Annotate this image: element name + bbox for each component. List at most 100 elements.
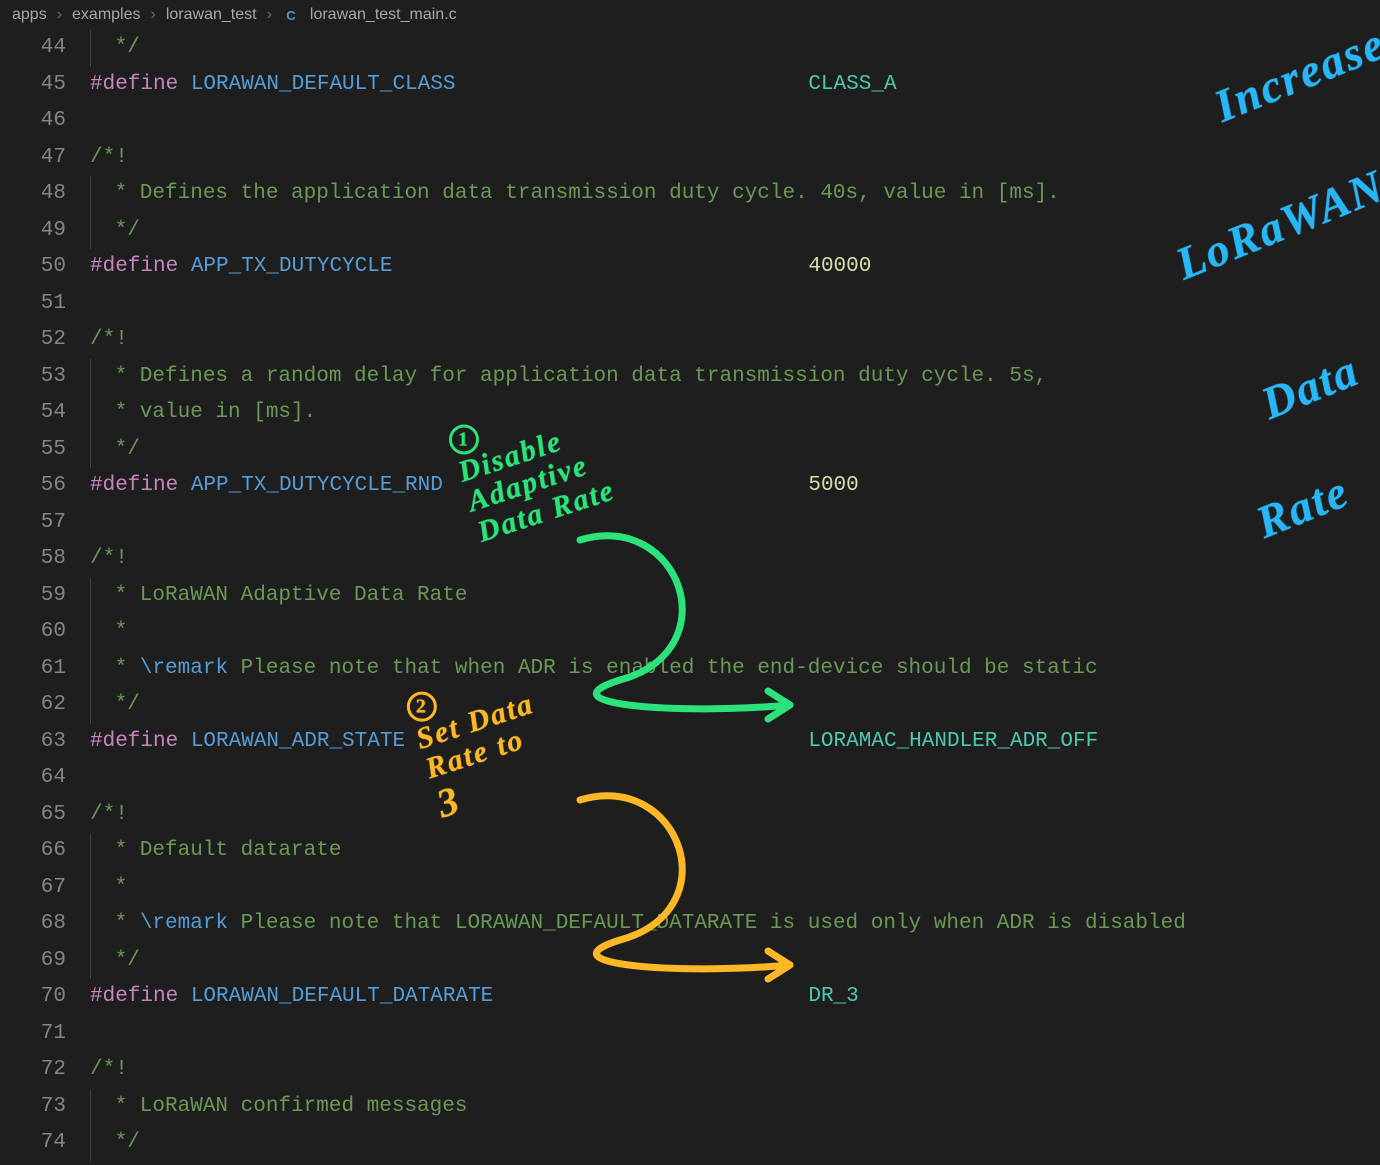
line-number: 51 [0, 286, 90, 323]
line-number: 70 [0, 979, 90, 1016]
code-line[interactable]: 50#define APP_TX_DUTYCYCLE 40000 [0, 249, 1380, 286]
code-line[interactable]: 57 [0, 505, 1380, 542]
line-number: 61 [0, 651, 90, 688]
comment-text: Please note that when ADR is enabled the… [228, 657, 1098, 680]
breadcrumb-file[interactable]: lorawan_test_main.c [310, 6, 457, 24]
token-doctag: \remark [140, 912, 228, 935]
line-number: 63 [0, 724, 90, 761]
line-number: 55 [0, 432, 90, 469]
code-editor[interactable]: 44 */ 45 #define LORAWAN_DEFAULT_CLASS C… [0, 30, 1380, 1165]
breadcrumb-seg-examples[interactable]: examples [72, 6, 140, 24]
code-line[interactable]: 65/*! [0, 797, 1380, 834]
chevron-right-icon: › [267, 6, 272, 24]
token-pad [493, 985, 808, 1008]
code-line[interactable]: 45 #define LORAWAN_DEFAULT_CLASS CLASS_A [0, 67, 1380, 104]
code-line[interactable]: 46 [0, 103, 1380, 140]
code-line[interactable]: 52/*! [0, 322, 1380, 359]
code-line[interactable]: 71 [0, 1016, 1380, 1053]
line-number: 58 [0, 541, 90, 578]
code-line[interactable]: 55 */ [0, 432, 1380, 469]
code-line[interactable]: 74 */ [0, 1125, 1380, 1162]
code-line[interactable]: 70#define LORAWAN_DEFAULT_DATARATE DR_3 [0, 979, 1380, 1016]
token-doctag: \remark [140, 657, 228, 680]
code-line[interactable]: 44 */ [0, 30, 1380, 67]
comment-open: /*! [90, 803, 128, 826]
code-line[interactable]: 58/*! [0, 541, 1380, 578]
token-define: #define [90, 730, 178, 753]
line-number: 48 [0, 176, 90, 213]
line-number: 72 [0, 1052, 90, 1089]
breadcrumb-seg-apps[interactable]: apps [12, 6, 47, 24]
line-number: 69 [0, 943, 90, 980]
comment-text: * Default datarate [102, 839, 341, 862]
code-line[interactable]: 60 * [0, 614, 1380, 651]
line-number: 60 [0, 614, 90, 651]
line-number: 66 [0, 833, 90, 870]
line-number: 47 [0, 140, 90, 177]
comment-close: */ [102, 949, 140, 972]
line-number: 45 [0, 67, 90, 104]
comment-open: /*! [90, 328, 128, 351]
token-macro: LORAWAN_ADR_STATE [178, 730, 405, 753]
chevron-right-icon: › [151, 6, 156, 24]
code-line[interactable]: 73 * LoRaWAN confirmed messages [0, 1089, 1380, 1126]
token-define: #define [90, 255, 178, 278]
breadcrumb-seg-lorawan-test[interactable]: lorawan_test [166, 6, 257, 24]
line-number: 46 [0, 103, 90, 140]
comment-text: * Defines a random delay for application… [102, 365, 1047, 388]
code-line[interactable]: 62 */ [0, 687, 1380, 724]
code-line[interactable]: 68 * \remark Please note that LORAWAN_DE… [0, 906, 1380, 943]
comment-text: * value in [ms]. [102, 401, 316, 424]
line-number: 74 [0, 1125, 90, 1162]
comment-text: * Defines the application data transmiss… [102, 182, 1060, 205]
c-file-icon: C [282, 6, 300, 24]
line-number: 59 [0, 578, 90, 615]
comment-text: * LoRaWAN Adaptive Data Rate [102, 584, 467, 607]
line-number: 53 [0, 359, 90, 396]
token-number: 5000 [808, 474, 858, 497]
line-number: 52 [0, 322, 90, 359]
token-define: #define [90, 474, 178, 497]
comment-close: */ [102, 693, 140, 716]
code-line[interactable]: 51 [0, 286, 1380, 323]
code-line[interactable]: 61 * \remark Please note that when ADR i… [0, 651, 1380, 688]
line-number: 68 [0, 906, 90, 943]
code-line[interactable]: 54 * value in [ms]. [0, 395, 1380, 432]
code-line[interactable]: 48 * Defines the application data transm… [0, 176, 1380, 213]
code-line[interactable]: 49 */ [0, 213, 1380, 250]
comment-text: * [102, 912, 127, 935]
line-number: 56 [0, 468, 90, 505]
comment-open: /*! [90, 1058, 128, 1081]
token-macro: APP_TX_DUTYCYCLE [178, 255, 392, 278]
line-number: 50 [0, 249, 90, 286]
code-line[interactable]: 63#define LORAWAN_ADR_STATE LORAMAC_HAND… [0, 724, 1380, 761]
line-number: 67 [0, 870, 90, 907]
comment-text: * [102, 657, 127, 680]
token-define: #define [90, 73, 178, 96]
comment-close: */ [102, 219, 140, 242]
code-line[interactable]: 53 * Defines a random delay for applicat… [0, 359, 1380, 396]
code-line[interactable]: 64 [0, 760, 1380, 797]
comment-open: /*! [90, 146, 128, 169]
code-line[interactable]: 69 */ [0, 943, 1380, 980]
comment-text: * [102, 876, 127, 899]
code-line[interactable]: 67 * [0, 870, 1380, 907]
code-line[interactable]: 59 * LoRaWAN Adaptive Data Rate [0, 578, 1380, 615]
token-value: LORAMAC_HANDLER_ADR_OFF [808, 730, 1098, 753]
comment-text: * [102, 620, 127, 643]
comment-close: */ [102, 1131, 140, 1154]
code-line[interactable]: 47/*! [0, 140, 1380, 177]
token-macro: LORAWAN_DEFAULT_CLASS [178, 73, 455, 96]
comment-text: Please note that LORAWAN_DEFAULT_DATARAT… [228, 912, 1186, 935]
code-line[interactable]: 56#define APP_TX_DUTYCYCLE_RND 5000 [0, 468, 1380, 505]
line-number: 73 [0, 1089, 90, 1126]
line-number: 64 [0, 760, 90, 797]
code-line[interactable]: 66 * Default datarate [0, 833, 1380, 870]
line-number: 49 [0, 213, 90, 250]
chevron-right-icon: › [57, 6, 62, 24]
token-macro: LORAWAN_DEFAULT_DATARATE [178, 985, 493, 1008]
code-line[interactable]: 72/*! [0, 1052, 1380, 1089]
line-number: 57 [0, 505, 90, 542]
comment-open: /*! [90, 547, 128, 570]
comment-close: */ [102, 36, 140, 59]
